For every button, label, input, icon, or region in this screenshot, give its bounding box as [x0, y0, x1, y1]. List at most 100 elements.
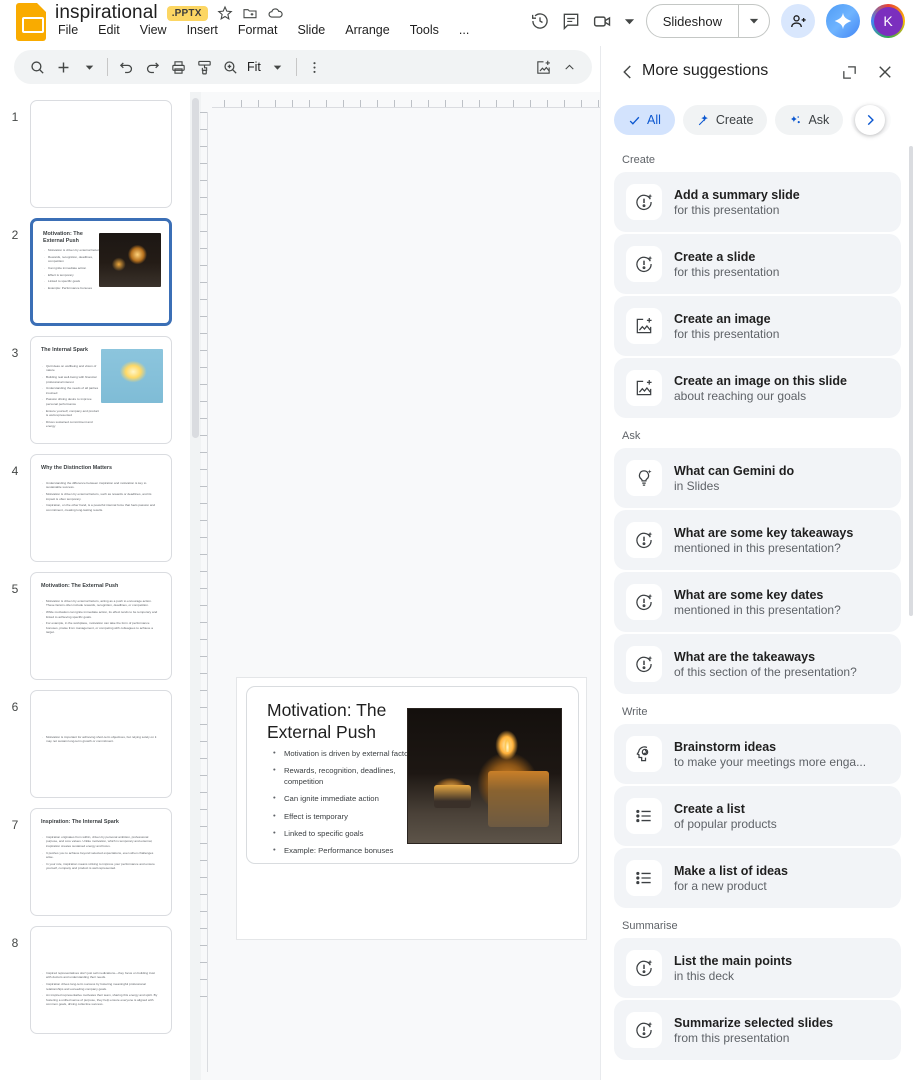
undo-icon[interactable] [113, 54, 139, 80]
menu-item-format[interactable]: Format [235, 22, 281, 38]
canvas-scrollbar-thumb[interactable] [192, 98, 199, 438]
suggestion-card[interactable]: Create a slide for this presentation [614, 234, 901, 294]
slide-thumbnail[interactable]: Inspired representatives don't just sell… [30, 926, 172, 1034]
avatar[interactable]: K [871, 4, 905, 38]
menu-item-insert[interactable]: Insert [184, 22, 221, 38]
move-to-folder-icon[interactable] [242, 5, 258, 21]
zoom-icon[interactable] [217, 54, 243, 80]
ruler-tick [428, 100, 429, 107]
suggestion-card[interactable]: Create an image for this presentation [614, 296, 901, 356]
slide-bullet-list[interactable]: Motivation is driven by external factors… [271, 748, 421, 864]
current-slide[interactable]: Motivation: The External Push Motivation… [236, 677, 587, 940]
card-title: Create a slide [674, 249, 756, 264]
menu-item-edit[interactable]: Edit [95, 22, 123, 38]
thumbnail-row-8[interactable]: 8 Inspired representatives don't just sel… [0, 926, 190, 1034]
video-camera-icon[interactable] [592, 11, 613, 32]
slide-content-frame[interactable]: Motivation: The External Push Motivation… [246, 686, 579, 864]
slide-number: 4 [11, 464, 19, 478]
thumbnail-row-1[interactable]: 1 [0, 100, 190, 208]
share-button[interactable] [781, 4, 815, 38]
ruler-tick [200, 163, 207, 164]
menu-item-arrange[interactable]: Arrange [342, 22, 392, 38]
search-icon[interactable] [24, 54, 50, 80]
slide-thumbnail[interactable] [30, 100, 172, 208]
slide-bullet: Rewards, recognition, deadlines, competi… [271, 765, 421, 787]
card-title: Summarize selected slides [674, 1015, 834, 1030]
thumbnail-row-2[interactable]: 2Motivation: The External PushMotivation… [0, 218, 190, 326]
ruler-tick [496, 100, 497, 107]
thumbnail-row-6[interactable]: 6 Motivation is important for achieving s… [0, 690, 190, 798]
ruler-tick [200, 384, 207, 385]
menu-item-tools[interactable]: Tools [407, 22, 442, 38]
brainstorm-icon [626, 736, 662, 772]
slides-logo-icon[interactable] [16, 3, 46, 41]
suggestion-card[interactable]: Summarize selected slides from this prese… [614, 1000, 901, 1060]
chevron-down-icon[interactable] [624, 16, 635, 27]
slide-thumbnail[interactable]: Motivation: The External Push Motivation … [30, 572, 172, 680]
star-icon[interactable] [217, 5, 233, 21]
chevron-down-icon[interactable] [265, 54, 291, 80]
add-image-icon[interactable] [530, 54, 556, 80]
zoom-level-value[interactable]: Fit [243, 60, 265, 74]
card-text: Summarize selected slides from this prese… [674, 1016, 833, 1045]
gemini-button[interactable] [826, 4, 860, 38]
thumbnail-row-3[interactable]: 3 The Internal Spark Quit ideas on wellbei… [0, 336, 190, 444]
slide-title[interactable]: Motivation: The External Push [267, 700, 417, 744]
comment-icon[interactable] [561, 11, 581, 31]
slide-thumbnail-panel[interactable]: 12Motivation: The External PushMotivatio… [0, 92, 190, 1080]
filter-chip-ask[interactable]: Ask [775, 105, 844, 135]
menu-item-file[interactable]: File [55, 22, 81, 38]
app-header: inspirational .PPTX File Edit View Inser… [0, 0, 915, 48]
document-title[interactable]: inspirational [55, 2, 158, 24]
suggestion-card[interactable]: Create an image on this slide about reach… [614, 358, 901, 418]
slideshow-button[interactable]: Slideshow [645, 4, 770, 38]
suggestion-card[interactable]: Add a summary slide for this presentation [614, 172, 901, 232]
thumbnail-row-7[interactable]: 7Inspiration: The Internal SparkInspirat… [0, 808, 190, 916]
filter-chip-row[interactable]: AllCreateAskW [600, 98, 915, 142]
suggestion-card[interactable]: What are some key takeaways mentioned in … [614, 510, 901, 570]
expand-icon[interactable] [837, 60, 861, 84]
suggestion-card[interactable]: Make a list of ideas for a new product [614, 848, 901, 908]
ruler-tick [200, 724, 207, 725]
slideshow-caret-icon[interactable] [739, 16, 769, 26]
panel-scrollbar-thumb[interactable] [909, 146, 913, 616]
chevron-up-icon[interactable] [556, 54, 582, 80]
paint-format-icon[interactable] [191, 54, 217, 80]
menu-item-more[interactable]: ... [456, 22, 472, 38]
menu-bar: File Edit View Insert Format Slide Arran… [55, 22, 472, 38]
suggestion-card[interactable]: Brainstorm ideas to make your meetings mo… [614, 724, 901, 784]
suggestion-card[interactable]: Create a list of popular products [614, 786, 901, 846]
slide-image-candle[interactable] [407, 708, 562, 844]
slide-thumbnail[interactable]: Inspiration: The Internal Spark Inspirati… [30, 808, 172, 916]
suggestion-card[interactable]: List the main points in this deck [614, 938, 901, 998]
more-vertical-icon[interactable] [302, 54, 328, 80]
thumbnail-row-5[interactable]: 5 Motivation: The External PushMotivation… [0, 572, 190, 680]
suggestion-list[interactable]: Create Add a summary slide for this presen… [600, 142, 915, 1080]
suggestion-card[interactable]: What can Gemini do in Slides [614, 448, 901, 508]
chevron-left-icon[interactable] [616, 60, 640, 84]
slide-thumbnail[interactable]: The Internal Spark Quit ideas on wellbein… [30, 336, 172, 444]
menu-item-view[interactable]: View [137, 22, 170, 38]
redo-icon[interactable] [139, 54, 165, 80]
avatar-initial: K [873, 6, 903, 36]
suggestion-card[interactable]: What are the takeaways of this section of… [614, 634, 901, 694]
section-label-summarise: Summarise [622, 920, 678, 932]
thumbnail-row-4[interactable]: 4 Why the Distinction Matters Understandin… [0, 454, 190, 562]
close-icon[interactable] [873, 60, 897, 84]
slide-thumbnail[interactable]: Motivation: The External Push Motivation … [30, 218, 172, 326]
slide-thumbnail[interactable]: Motivation is important for achieving sh… [30, 690, 172, 798]
print-icon[interactable] [165, 54, 191, 80]
suggestion-card[interactable]: What are some key dates mentioned in this… [614, 572, 901, 632]
document-title-row: inspirational .PPTX [55, 2, 284, 24]
version-history-icon[interactable] [530, 11, 550, 31]
filter-chip-all[interactable]: All [614, 105, 675, 135]
add-slide-caret-icon[interactable] [76, 54, 102, 80]
slide-thumbnail[interactable]: Why the Distinction Matters Understanding… [30, 454, 172, 562]
ruler-tick [598, 100, 599, 107]
chevron-right-icon[interactable] [855, 105, 885, 135]
filter-chip-create[interactable]: Create [682, 105, 768, 135]
menu-item-slide[interactable]: Slide [294, 22, 328, 38]
add-slide-icon[interactable] [50, 54, 76, 80]
cloud-saved-icon[interactable] [267, 5, 284, 22]
slide-number: 5 [11, 582, 19, 596]
